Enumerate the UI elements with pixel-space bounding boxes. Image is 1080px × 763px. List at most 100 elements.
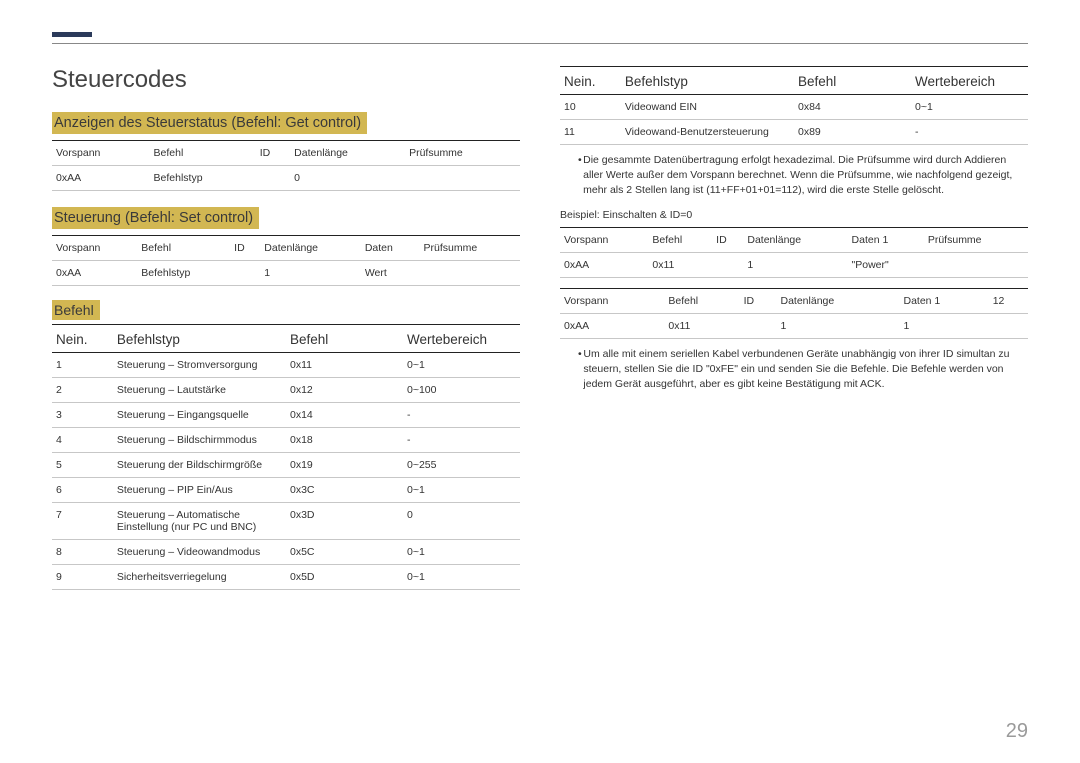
top-rule <box>52 43 1028 44</box>
th: Datenlänge <box>260 236 361 260</box>
th: Prüfsumme <box>924 228 1028 252</box>
td: 0 <box>290 166 405 190</box>
td: 0x11 <box>648 253 712 277</box>
td: 1 <box>899 314 988 338</box>
td: 0x19 <box>286 453 403 477</box>
td: 0~1 <box>403 353 520 377</box>
td: 0x11 <box>286 353 403 377</box>
left-column: Steuercodes Anzeigen des Steuerstatus (B… <box>52 66 520 590</box>
page-number: 29 <box>1006 720 1028 743</box>
td: 0~1 <box>403 478 520 502</box>
heading-befehl: Befehl <box>52 300 100 320</box>
td: 0~255 <box>403 453 520 477</box>
th: Prüfsumme <box>419 236 520 260</box>
table-row: 11Videowand-Benutzersteuerung0x89- <box>560 120 1028 144</box>
td: 1 <box>260 261 361 285</box>
td: - <box>403 428 520 452</box>
table-header-row: Vorspann Befehl ID Datenlänge Daten 1 12 <box>560 289 1028 313</box>
table-row: 8Steuerung – Videowandmodus0x5C0~1 <box>52 540 520 564</box>
th: Befehl <box>794 67 911 94</box>
td: 0xAA <box>560 253 648 277</box>
table-row: 5Steuerung der Bildschirmgröße0x190~255 <box>52 453 520 477</box>
content-columns: Steuercodes Anzeigen des Steuerstatus (B… <box>52 66 1028 590</box>
td <box>230 261 260 285</box>
th: Nein. <box>52 325 113 352</box>
td: 0xAA <box>560 314 664 338</box>
td: 1 <box>52 353 113 377</box>
td: 7 <box>52 503 113 539</box>
table-row: 6Steuerung – PIP Ein/Aus0x3C0~1 <box>52 478 520 502</box>
accent-bar <box>52 32 92 37</box>
th: Befehl <box>150 141 256 165</box>
heading-get-control: Anzeigen des Steuerstatus (Befehl: Get c… <box>52 112 367 134</box>
th: ID <box>230 236 260 260</box>
td <box>924 253 1028 277</box>
td: Befehlstyp <box>137 261 230 285</box>
table-header-row: Vorspann Befehl ID Datenlänge Daten 1 Pr… <box>560 228 1028 252</box>
th: Datenlänge <box>743 228 847 252</box>
td: 10 <box>560 95 621 119</box>
th: Nein. <box>560 67 621 94</box>
th: ID <box>712 228 743 252</box>
example-label: Beispiel: Einschalten & ID=0 <box>560 209 1028 221</box>
td: 0xAA <box>52 261 137 285</box>
right-column: Nein. Befehlstyp Befehl Wertebereich 10V… <box>560 66 1028 590</box>
th: Datenlänge <box>777 289 900 313</box>
td: 4 <box>52 428 113 452</box>
table-row: 10Videowand EIN0x840~1 <box>560 95 1028 119</box>
note-text: Um alle mit einem seriellen Kabel verbun… <box>583 347 1028 393</box>
td <box>405 166 520 190</box>
table-row: 1Steuerung – Stromversorgung0x110~1 <box>52 353 520 377</box>
td: 5 <box>52 453 113 477</box>
td: Sicherheitsverriegelung <box>113 565 286 589</box>
note-text: Die gesammte Datenübertragung erfolgt he… <box>583 153 1028 199</box>
note-block-2: • Um alle mit einem seriellen Kabel verb… <box>578 347 1028 393</box>
td: Wert <box>361 261 420 285</box>
th: Vorspann <box>52 236 137 260</box>
th: 12 <box>989 289 1028 313</box>
td <box>419 261 520 285</box>
td: Videowand EIN <box>621 95 794 119</box>
td: 0x84 <box>794 95 911 119</box>
td: Steuerung – Bildschirmmodus <box>113 428 286 452</box>
th: Befehl <box>648 228 712 252</box>
table-header-row: Vorspann Befehl ID Datenlänge Daten Prüf… <box>52 236 520 260</box>
td: 0x11 <box>664 314 739 338</box>
table-example-1: Vorspann Befehl ID Datenlänge Daten 1 Pr… <box>560 227 1028 278</box>
th: Vorspann <box>52 141 150 165</box>
td: Steuerung – Lautstärke <box>113 378 286 402</box>
td: Videowand-Benutzersteuerung <box>621 120 794 144</box>
td: Steuerung – Stromversorgung <box>113 353 286 377</box>
td: 0x14 <box>286 403 403 427</box>
td: 0x3D <box>286 503 403 539</box>
td: 11 <box>560 120 621 144</box>
table-header-row: Vorspann Befehl ID Datenlänge Prüfsumme <box>52 141 520 165</box>
td: 1 <box>743 253 847 277</box>
th: Befehlstyp <box>621 67 794 94</box>
td: 0x5C <box>286 540 403 564</box>
td <box>256 166 290 190</box>
note-block-1: • Die gesammte Datenübertragung erfolgt … <box>578 153 1028 199</box>
td: "Power" <box>848 253 924 277</box>
td: 0x3C <box>286 478 403 502</box>
th: Befehl <box>137 236 230 260</box>
td: - <box>403 403 520 427</box>
td: 2 <box>52 378 113 402</box>
heading-set-control: Steuerung (Befehl: Set control) <box>52 207 259 229</box>
table-row: 4Steuerung – Bildschirmmodus0x18- <box>52 428 520 452</box>
td: Steuerung – PIP Ein/Aus <box>113 478 286 502</box>
td: - <box>911 120 1028 144</box>
td: 6 <box>52 478 113 502</box>
th: ID <box>740 289 777 313</box>
table-row: 7Steuerung – Automatische Einstellung (n… <box>52 503 520 539</box>
th: Vorspann <box>560 228 648 252</box>
td: 1 <box>777 314 900 338</box>
table-row: 2Steuerung – Lautstärke0x120~100 <box>52 378 520 402</box>
th: Befehl <box>664 289 739 313</box>
th: Daten 1 <box>899 289 988 313</box>
td: 0~1 <box>403 565 520 589</box>
table-row: 0xAA 0x11 1 1 <box>560 314 1028 338</box>
table-example-2: Vorspann Befehl ID Datenlänge Daten 1 12… <box>560 288 1028 339</box>
table-set-control: Vorspann Befehl ID Datenlänge Daten Prüf… <box>52 235 520 286</box>
table-row: 0xAA Befehlstyp 1 Wert <box>52 261 520 285</box>
